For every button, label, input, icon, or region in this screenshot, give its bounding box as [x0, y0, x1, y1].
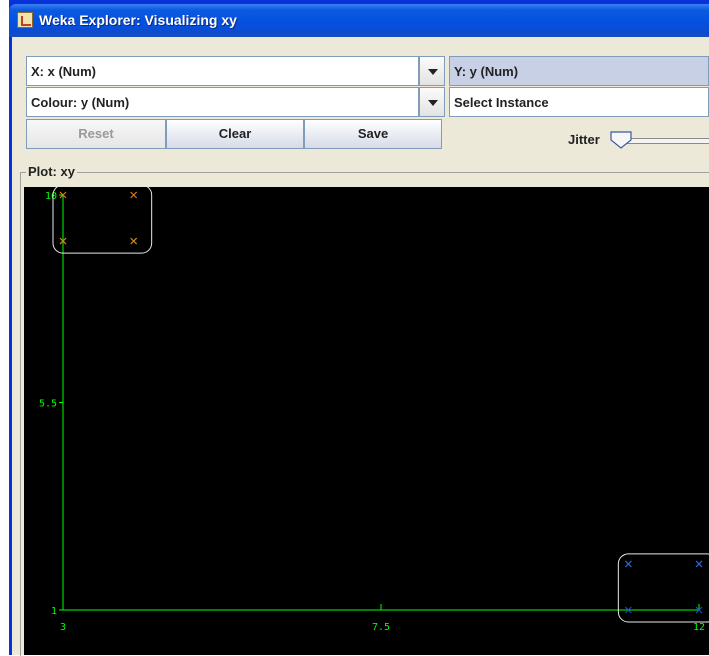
x-tick-label: 3 [60, 622, 66, 633]
colour-value: Colour: y (Num) [31, 95, 130, 110]
y-tick-label: 10 [45, 191, 57, 202]
selection-rectangle [617, 553, 709, 623]
colour-dropdown-button[interactable] [419, 87, 445, 117]
data-point [130, 191, 138, 199]
window-title: Weka Explorer: Visualizing xy [39, 12, 237, 28]
data-point [130, 237, 138, 245]
selection-rectangle [52, 187, 153, 254]
x-axis-dropdown-button[interactable] [419, 56, 445, 86]
y-tick-label: 1 [51, 606, 57, 617]
y-axis-select[interactable]: Y: y (Num) [449, 56, 709, 86]
java-cup-icon [17, 12, 33, 28]
y-tick-label: 5.5 [39, 399, 57, 410]
reset-button[interactable]: Reset [26, 119, 166, 149]
select-instance-select[interactable]: Select Instance [449, 87, 709, 117]
scatter-plot-svg: 10 5.5 13 7.5 12 [39, 187, 709, 633]
x-tick-label: 12 [693, 622, 705, 633]
x-axis-select[interactable]: X: x (Num) [26, 56, 419, 86]
x-axis-value: X: x (Num) [31, 64, 96, 79]
save-button[interactable]: Save [304, 119, 442, 149]
jitter-label: Jitter [568, 132, 600, 147]
select-instance-value: Select Instance [454, 95, 549, 110]
scatter-plot[interactable]: 10 5.5 1 3 7.5 12 [24, 187, 709, 655]
title-bar[interactable]: Weka Explorer: Visualizing xy [9, 4, 709, 37]
plot-label: Plot: xy [26, 164, 77, 179]
x-tick-label: 7.5 [372, 622, 390, 633]
colour-select[interactable]: Colour: y (Num) [26, 87, 419, 117]
data-point [624, 560, 632, 568]
data-point [695, 560, 703, 568]
jitter-slider-thumb[interactable] [610, 131, 632, 149]
y-axis-value: Y: y (Num) [454, 64, 519, 79]
clear-button[interactable]: Clear [166, 119, 304, 149]
